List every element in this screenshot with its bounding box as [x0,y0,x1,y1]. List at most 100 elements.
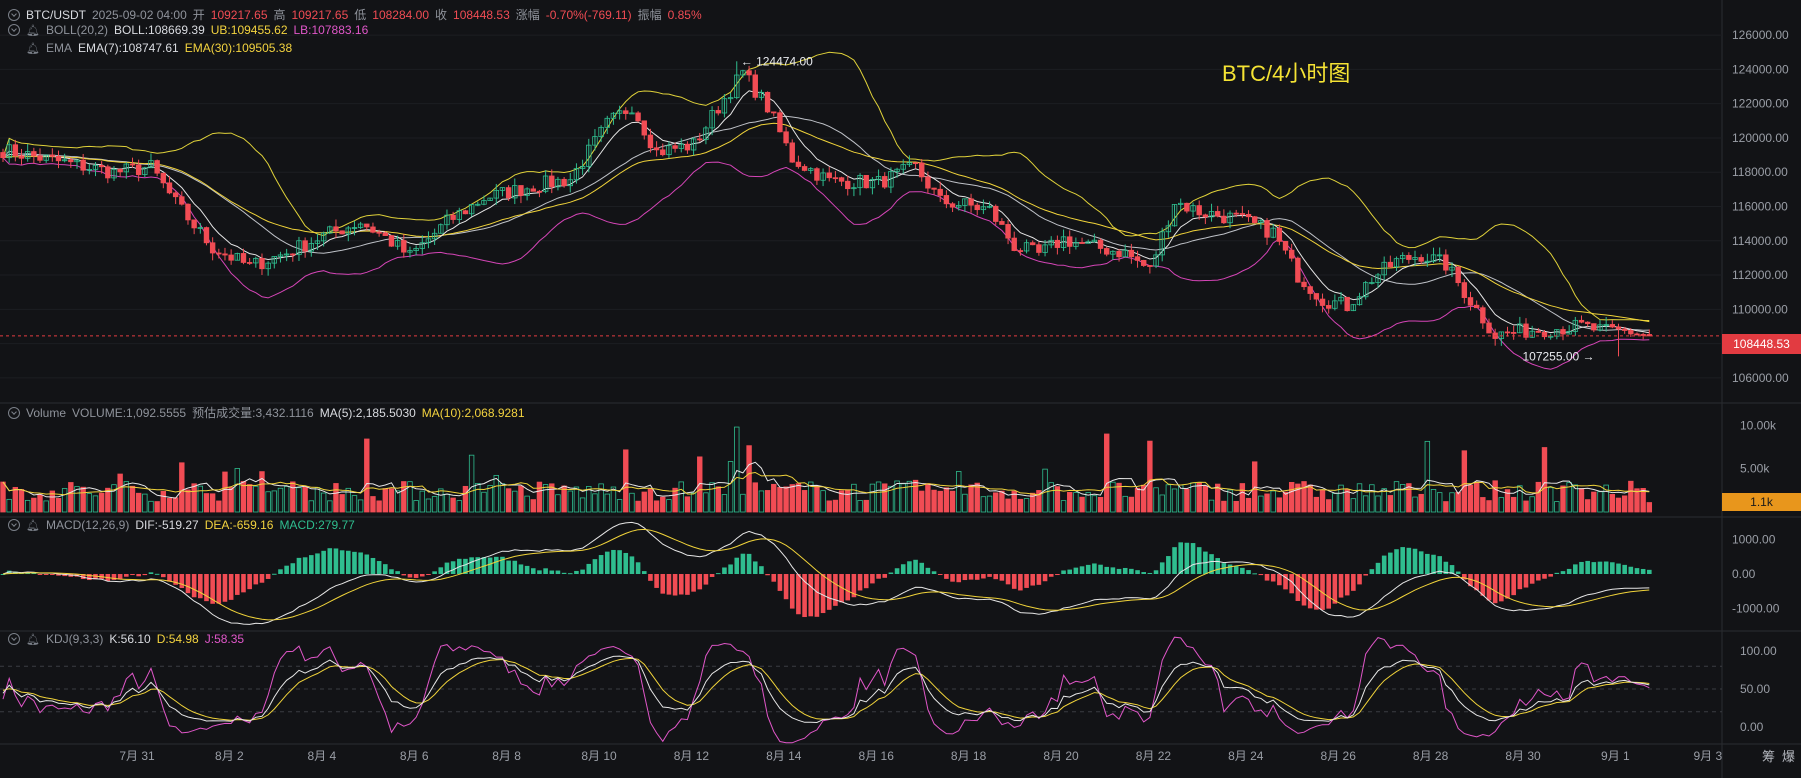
candle-body [160,172,167,184]
macd-histogram-bar [296,557,302,574]
volume-bar [277,487,284,513]
volume-bar [1535,481,1542,513]
candle-body [826,172,832,179]
volume-bar [1091,495,1098,513]
volume-bar [1313,496,1320,513]
volume-bar [820,490,826,513]
volume-bar [1288,482,1295,513]
candle-body [154,160,160,174]
volume-est: 预估成交量:3,432.1116 [192,406,314,420]
x-tick-label: 8月 28 [1413,749,1449,763]
candle-body [845,180,851,190]
candle-body [1295,257,1301,283]
macd-dif: DIF:-519.27 [135,518,199,532]
macd-histogram-bar [389,569,394,574]
volume-bar [444,493,450,513]
volume-bar [228,487,234,513]
volume-bar [512,490,518,513]
volume-tick-label: 10.00k [1740,418,1777,432]
x-tick-label: 8月 24 [1228,749,1264,763]
macd-histogram-bar [728,564,733,574]
macd-histogram-bar [1523,574,1529,588]
kdj-d: D:54.98 [156,632,199,646]
macd-histogram-bar [629,556,635,574]
macd-name: MACD(12,26,9) [45,518,130,532]
boll-ub: UB:109455.62 [210,23,288,37]
ema-name: EMA [45,41,72,55]
collapse-icon[interactable] [8,633,20,645]
kdj-legend: 🔔︎ KDJ(9,3,3) K:56.10 D:54.98 J:58.35 [8,632,244,646]
boll-lb: LB:107883.16 [293,23,369,37]
volume-bar [302,486,308,513]
macd-histogram-bar [1579,561,1584,574]
macd-histogram-bar [265,574,271,579]
candle-body [1079,242,1085,244]
collapse-icon[interactable] [8,406,20,419]
macd-histogram-bar [968,574,974,580]
ema7-value: EMA(7):108747.61 [77,41,179,55]
candle-body [1418,257,1424,262]
macd-histogram-bar [660,574,666,594]
volume-bar [1245,497,1252,513]
macd-histogram-bar [37,574,43,575]
volume-bar [1547,487,1554,513]
volume-bar [845,489,851,513]
boll-upper-band [2,51,1650,321]
candle-body [715,110,721,114]
candle-body [1461,282,1468,298]
candle-body [1455,266,1461,284]
macd-histogram-bar [1517,574,1523,590]
macd-histogram-bar [216,574,222,604]
volume-bar [179,462,185,513]
macd-histogram-bar [1166,556,1171,574]
candle-body [795,161,802,167]
bell-icon[interactable]: 🔔︎ [26,42,40,55]
macd-histogram-bar [376,561,382,574]
candle-body [635,112,641,122]
volume-bar [690,492,697,513]
chart-canvas[interactable]: 106000.00108000.00110000.00112000.001140… [0,0,1801,778]
volume-legend: Volume VOLUME:1,092.5555 预估成交量:3,432.111… [8,404,525,421]
volume-bar [1128,496,1135,513]
macd-histogram-bar [1098,564,1103,574]
liquidation-button[interactable]: 爆 [1782,746,1795,765]
candle-body [290,253,296,256]
macd-histogram-bar [1215,558,1221,574]
bell-icon[interactable]: 🔔︎ [26,633,40,646]
x-tick-label: 8月 4 [307,749,336,763]
collapse-icon[interactable] [8,8,20,21]
collapse-icon[interactable] [8,519,20,531]
candle-body [1202,214,1209,218]
price-tick-label: 116000.00 [1732,200,1788,214]
volume-bar [1578,488,1585,513]
candle-body [302,240,308,252]
bell-icon[interactable]: 🔔︎ [26,519,40,532]
collapse-icon[interactable] [8,24,20,36]
volume-bar [684,496,691,513]
macd-histogram-bar [1554,572,1560,574]
volume-bar [18,489,25,513]
volume-bar [1332,493,1338,513]
macd-histogram-bar [407,574,413,578]
candle-body [333,226,339,232]
datetime-label: 2025-09-02 04:00 [92,7,187,22]
volume-bar [1591,491,1597,513]
chip-button[interactable]: 筹 [1762,746,1775,765]
candle-body [1239,213,1246,215]
volume-bar [875,481,882,513]
macd-histogram-bar [395,571,400,574]
candle-body [68,159,74,163]
candle-body [117,168,123,173]
macd-histogram-bar [777,574,783,591]
candle-body [943,195,950,205]
volume-bar [203,493,210,513]
bell-icon[interactable]: 🔔︎ [26,24,40,37]
candle-body [179,196,185,205]
macd-histogram-bar [450,561,456,574]
macd-histogram-bar [1369,569,1375,574]
volume-bar [721,494,728,513]
macd-histogram-bar [1400,547,1405,574]
macd-histogram-bar [241,574,246,593]
candle-body [166,182,173,194]
volume-bar [1073,492,1079,513]
